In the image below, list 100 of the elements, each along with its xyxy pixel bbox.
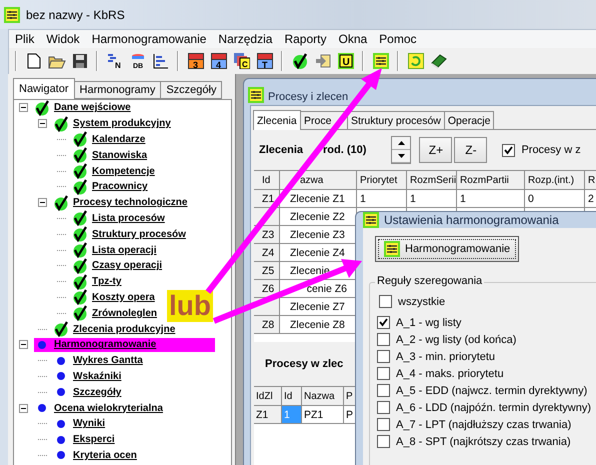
down-icon[interactable] — [398, 154, 405, 158]
window-title: bez nazwy - KbRS — [26, 8, 125, 22]
column-header[interactable]: Rozp.(int.) — [525, 170, 585, 190]
tree-item[interactable]: Eksperci — [73, 434, 115, 446]
order-button[interactable]: Z- — [454, 137, 488, 163]
tree-item[interactable]: Harmonogramowanie — [54, 339, 156, 350]
checkbox[interactable] — [377, 384, 390, 397]
collapse-icon[interactable] — [19, 103, 28, 112]
menu-item[interactable]: Raporty — [278, 32, 332, 46]
column-header[interactable]: azwa — [280, 170, 357, 190]
bar-chart-icon[interactable] — [152, 53, 168, 69]
checkbox-label: A_2 - wg listy (od końca) — [396, 334, 516, 346]
save-icon[interactable] — [72, 53, 88, 69]
tree-item[interactable]: Zlecenia produkcyjne — [73, 324, 176, 335]
tree-item[interactable]: Stanowiska — [92, 150, 148, 161]
panel-tab[interactable]: Szczegóły — [160, 81, 222, 99]
tree-item[interactable]: Wykres Gantta — [73, 355, 143, 366]
tree-item[interactable]: Dane wejściowe — [54, 102, 131, 114]
tree-item[interactable]: Kompetencje — [92, 166, 155, 177]
tree-item[interactable]: Czasy operacji — [92, 260, 162, 272]
checkbox-label: A_1 - wg listy — [396, 316, 462, 328]
grid-icon[interactable]: 4 — [210, 53, 226, 69]
tree-item[interactable]: Lista procesów — [92, 212, 165, 224]
group-title: Reguły szeregowania — [375, 275, 484, 287]
check-icon — [53, 194, 69, 211]
tree-item[interactable]: Ocena wielokryterialna — [54, 402, 163, 414]
grid-icon[interactable]: T — [256, 53, 272, 69]
tree-item[interactable]: Wyniki — [73, 418, 106, 430]
menu-item[interactable]: Okna — [332, 32, 374, 46]
table-cell: Zlecenie Z2 — [280, 208, 357, 226]
checkbox[interactable] — [377, 401, 390, 414]
table-cell: 1 — [457, 190, 525, 208]
checkbox-label: Procesy w z — [521, 144, 581, 156]
tree-item[interactable]: Tpz-ty — [92, 276, 122, 288]
tree-item[interactable]: Pracownicy — [92, 181, 148, 192]
checkbox[interactable] — [377, 367, 390, 380]
menu-item[interactable]: Pomoc — [373, 32, 423, 46]
table-cell: 1 — [282, 406, 302, 424]
tree-item[interactable]: Procesy technologiczne — [73, 197, 188, 208]
checkbox-label: wszystkie — [398, 296, 446, 308]
collapse-icon[interactable] — [19, 340, 28, 350]
tree-item[interactable]: Struktury procesów — [92, 228, 186, 240]
collapse-icon[interactable] — [38, 198, 47, 208]
check-icon — [72, 274, 88, 290]
column-header[interactable]: R — [585, 170, 596, 190]
checkbox[interactable] — [377, 418, 390, 431]
cards-icon[interactable]: C — [234, 53, 250, 69]
open-folder-icon[interactable] — [48, 54, 66, 68]
table-cell: 1 — [407, 190, 457, 208]
checkbox[interactable] — [377, 333, 390, 346]
tree-item[interactable]: Lista operacji — [92, 244, 156, 256]
schedule-icon[interactable] — [372, 53, 388, 69]
menu-item[interactable]: Widok — [40, 32, 86, 46]
panel-tab[interactable]: Nawigator — [13, 78, 75, 99]
check-icon[interactable] — [292, 53, 308, 69]
schedule-button[interactable]: Harmonogramowanie — [375, 236, 519, 262]
book-icon[interactable] — [430, 53, 446, 69]
window-title: Procesy i zlecen — [268, 91, 348, 103]
collapse-icon[interactable] — [19, 404, 28, 413]
checkbox[interactable] — [377, 350, 390, 363]
column-header[interactable]: IdZl — [254, 386, 282, 406]
spin-control[interactable] — [391, 136, 412, 164]
menu-item[interactable]: Plik — [9, 32, 40, 46]
column-header[interactable]: Nazwa — [302, 386, 344, 406]
window-icon — [363, 212, 379, 228]
column-header[interactable]: Priorytet — [357, 170, 407, 190]
tree-item[interactable]: System produkcyjny — [73, 118, 171, 130]
up-icon[interactable] — [398, 141, 405, 145]
arrow-icon[interactable] — [314, 53, 330, 69]
checkbox-label: A_7 - LPT (najdłuższy czas trwania) — [396, 418, 572, 430]
new-file-icon[interactable] — [26, 53, 40, 69]
tree-item[interactable]: Koszty opera — [92, 292, 155, 303]
order-button[interactable]: Z+ — [419, 137, 452, 163]
tree-item[interactable]: Kalendarze — [92, 134, 146, 145]
column-header[interactable]: Id — [282, 386, 302, 406]
table-cell: 0 — [525, 190, 585, 208]
menu-item[interactable]: Harmonogramowanie — [86, 32, 212, 46]
tab[interactable]: Zlecenia — [253, 110, 301, 130]
refresh-icon[interactable] — [408, 53, 424, 69]
panel-tab[interactable]: Harmonogramy — [74, 81, 162, 99]
letter-icon[interactable]: U — [338, 53, 354, 69]
collapse-icon[interactable] — [38, 119, 47, 128]
column-header[interactable]: Id — [254, 170, 280, 190]
grid-icon[interactable]: 3 — [188, 53, 204, 69]
check-icon — [53, 116, 69, 132]
column-header[interactable]: RozmSerii — [407, 170, 457, 190]
tree-item[interactable]: Szczegóły — [73, 386, 122, 398]
check-icon — [72, 147, 88, 164]
tree-item[interactable]: Wskaźniki — [73, 370, 122, 382]
tab[interactable]: Operacje — [444, 111, 494, 129]
checkbox[interactable] — [377, 316, 390, 329]
column-header[interactable]: RozmPartii — [457, 170, 525, 190]
table-cell: Z5 — [254, 262, 280, 280]
checkbox[interactable] — [379, 295, 392, 308]
checkbox[interactable] — [377, 435, 390, 448]
tree-item[interactable]: Kryteria ocen — [73, 450, 137, 461]
tree-item[interactable]: Zrównoleglen — [92, 308, 157, 319]
checkbox[interactable] — [502, 144, 516, 156]
menu-item[interactable]: Narzędzia — [212, 32, 278, 46]
check-icon — [72, 210, 88, 226]
